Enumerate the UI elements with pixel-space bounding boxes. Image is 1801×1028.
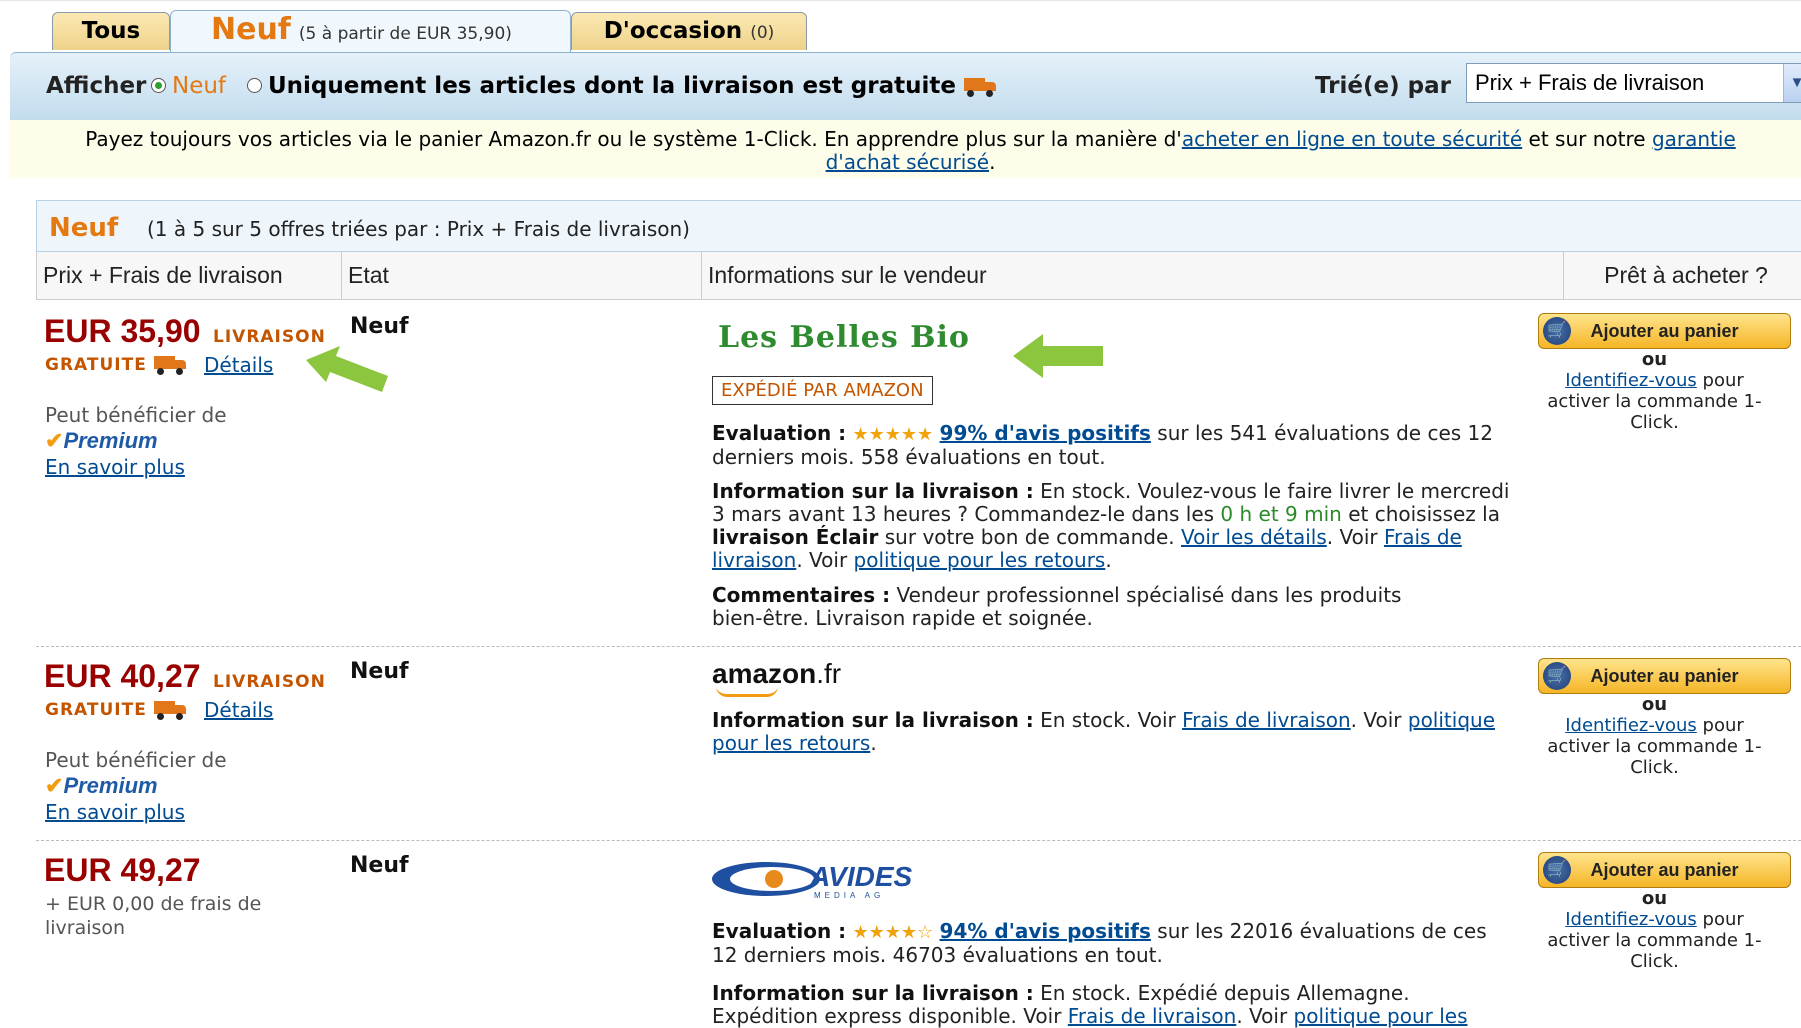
details-link[interactable]: Détails bbox=[204, 353, 273, 377]
column-headers: Prix + Frais de livraison Etat Informati… bbox=[36, 252, 1801, 300]
seller-rating: Evaluation : ★★★★★ 99% d'avis positifs s… bbox=[712, 421, 1493, 469]
seller-logo-les-belles-bio[interactable]: Les Belles Bio bbox=[718, 320, 970, 355]
premium-logo: ✔Premium bbox=[45, 773, 158, 798]
condition-label: Neuf bbox=[350, 853, 409, 878]
tab-tous[interactable]: Tous bbox=[52, 12, 170, 50]
tab-neuf[interactable]: Neuf (5 à partir de EUR 35,90) bbox=[170, 10, 571, 52]
truck-icon bbox=[153, 701, 188, 720]
avides-logo-icon: AVIDES MEDIA AG bbox=[712, 861, 912, 900]
premium-learn-more-link[interactable]: En savoir plus bbox=[45, 800, 185, 824]
cart-block: 🛒 Ajouter au panier ou Identifiez-vous po… bbox=[1538, 313, 1791, 433]
truck-icon bbox=[153, 356, 188, 375]
radio-gratuite[interactable] bbox=[247, 78, 262, 93]
premium-logo: ✔Premium bbox=[45, 428, 158, 453]
fulfilled-by-amazon-badge: EXPÉDIÉ PAR AMAZON bbox=[712, 376, 933, 405]
details-link[interactable]: Détails bbox=[204, 698, 273, 722]
check-icon: ✔ bbox=[45, 428, 64, 453]
shipping-info: Information sur la livraison : En stock.… bbox=[712, 981, 1468, 1028]
countdown-time: 0 h et 9 min bbox=[1220, 502, 1342, 526]
radio-neuf-label[interactable]: Neuf bbox=[172, 73, 226, 99]
filter-bar: Afficher Neuf Uniquement les articles do… bbox=[10, 52, 1801, 120]
gratuite-label: GRATUITE bbox=[45, 700, 188, 720]
shipping-info: Information sur la livraison : En stock.… bbox=[712, 479, 1510, 572]
tab-neuf-title: Neuf bbox=[211, 12, 291, 47]
listing-header: Neuf (1 à 5 sur 5 offres triées par : Pr… bbox=[36, 200, 1801, 252]
shipping-fees-link[interactable]: Frais de livraison bbox=[1068, 1004, 1237, 1028]
livraison-label: LIVRAISON bbox=[213, 327, 326, 347]
rating-stars-icon: ★★★★☆ bbox=[852, 922, 934, 943]
secure-shopping-link[interactable]: acheter en ligne en toute sécurité bbox=[1182, 127, 1522, 151]
gratuite-label: GRATUITE bbox=[45, 355, 188, 375]
sort-select[interactable]: Prix + Frais de livraison ▼ bbox=[1466, 63, 1801, 103]
col-prix: Prix + Frais de livraison bbox=[37, 252, 342, 299]
one-click-info: ou Identifiez-vous pour activer la comma… bbox=[1547, 888, 1762, 972]
sign-in-link[interactable]: Identifiez-vous bbox=[1565, 370, 1697, 391]
sort-select-value: Prix + Frais de livraison bbox=[1475, 70, 1705, 95]
positive-ratings-link[interactable]: 94% d'avis positifs bbox=[940, 919, 1151, 943]
premium-intro: Peut bénéficier de bbox=[45, 748, 227, 772]
truck-icon bbox=[963, 77, 998, 97]
tab-occasion-title: D'occasion bbox=[603, 18, 743, 44]
avides-logo-subtext: MEDIA AG bbox=[814, 891, 884, 900]
shipping-fees-link[interactable]: Frais de livraison bbox=[1182, 708, 1351, 732]
check-icon: ✔ bbox=[45, 773, 64, 798]
seller-logo-amazon[interactable]: amazon.fr bbox=[712, 658, 841, 697]
col-pret: Prêt à acheter ? bbox=[1604, 262, 1768, 288]
add-to-cart-button[interactable]: 🛒 Ajouter au panier bbox=[1538, 313, 1791, 349]
rating-stars-icon: ★★★★★ bbox=[852, 424, 934, 445]
condition-label: Neuf bbox=[350, 659, 409, 684]
add-to-cart-button[interactable]: 🛒 Ajouter au panier bbox=[1538, 852, 1791, 888]
seller-rating: Evaluation : ★★★★☆ 94% d'avis positifs s… bbox=[712, 919, 1487, 967]
cart-block: 🛒 Ajouter au panier ou Identifiez-vous po… bbox=[1538, 658, 1791, 778]
sign-in-link[interactable]: Identifiez-vous bbox=[1565, 715, 1697, 736]
offer-price: EUR 49,27 bbox=[44, 852, 201, 888]
col-etat: Etat bbox=[342, 252, 702, 299]
listing-title: Neuf bbox=[49, 213, 119, 243]
add-to-cart-button[interactable]: 🛒 Ajouter au panier bbox=[1538, 658, 1791, 694]
livraison-label: LIVRAISON bbox=[213, 672, 326, 692]
afficher-label: Afficher bbox=[46, 73, 147, 99]
seller-logo-avides[interactable]: AVIDES MEDIA AG bbox=[712, 856, 934, 902]
tab-occasion-count: (0) bbox=[750, 23, 775, 43]
offer-price: EUR 40,27 bbox=[44, 658, 201, 694]
premium-learn-more-link[interactable]: En savoir plus bbox=[45, 455, 185, 479]
cart-block: 🛒 Ajouter au panier ou Identifiez-vous po… bbox=[1538, 852, 1791, 972]
tab-occasion[interactable]: D'occasion (0) bbox=[571, 12, 807, 50]
shipping-info: Information sur la livraison : En stock.… bbox=[712, 708, 1495, 755]
top-border bbox=[0, 0, 1801, 1]
amazon-smile-icon bbox=[716, 686, 778, 697]
radio-neuf[interactable] bbox=[151, 78, 166, 93]
sort-label: Trié(e) par bbox=[1315, 73, 1451, 99]
annotation-arrow-icon bbox=[306, 346, 388, 392]
see-details-link[interactable]: Voir les détails bbox=[1181, 525, 1327, 549]
row-divider bbox=[36, 840, 1801, 841]
listing-subtitle: (1 à 5 sur 5 offres triées par : Prix + … bbox=[147, 217, 690, 241]
cart-icon: 🛒 bbox=[1543, 856, 1571, 884]
premium-intro: Peut bénéficier de bbox=[45, 403, 227, 427]
shipping-cost: + EUR 0,00 de frais de livraison bbox=[45, 893, 262, 939]
offer-price: EUR 35,90 bbox=[44, 313, 201, 349]
seller-comments: Commentaires : Vendeur professionnel spé… bbox=[712, 583, 1402, 630]
chevron-down-icon[interactable]: ▼ bbox=[1783, 64, 1801, 102]
avides-logo-text: AVIDES bbox=[809, 861, 912, 892]
security-info: Payez toujours vos articles via le panie… bbox=[10, 120, 1801, 178]
row-divider bbox=[36, 646, 1801, 647]
returns-policy-link[interactable]: politique pour les retours bbox=[854, 548, 1106, 572]
radio-gratuite-label[interactable]: Uniquement les articles dont la livraiso… bbox=[268, 73, 998, 99]
returns-policy-link[interactable]: politique pour les bbox=[1294, 1004, 1468, 1028]
condition-label: Neuf bbox=[350, 314, 409, 339]
one-click-info: ou Identifiez-vous pour activer la comma… bbox=[1547, 349, 1762, 433]
annotation-arrow-icon bbox=[1013, 334, 1103, 378]
cart-icon: 🛒 bbox=[1543, 662, 1571, 690]
tab-neuf-count: (5 à partir de EUR 35,90) bbox=[298, 24, 512, 44]
one-click-info: ou Identifiez-vous pour activer la comma… bbox=[1547, 694, 1762, 778]
sign-in-link[interactable]: Identifiez-vous bbox=[1565, 909, 1697, 930]
cart-icon: 🛒 bbox=[1543, 317, 1571, 345]
col-vendeur: Informations sur le vendeur bbox=[702, 252, 1564, 299]
positive-ratings-link[interactable]: 99% d'avis positifs bbox=[940, 421, 1151, 445]
